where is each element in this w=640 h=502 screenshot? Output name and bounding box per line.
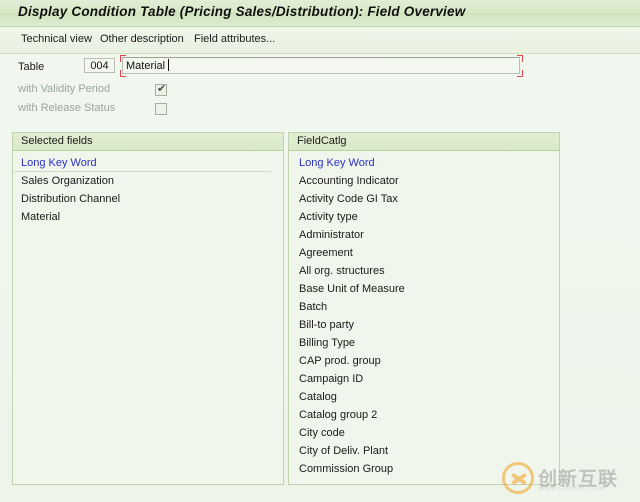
page-title: Display Condition Table (Pricing Sales/D… (18, 4, 465, 19)
checkmark-icon: ✔ (157, 83, 166, 95)
list-item[interactable]: Accounting Indicator (289, 172, 559, 190)
selected-fields-panel-header: Selected fields (13, 133, 283, 151)
list-item[interactable]: City of Deliv. Plant (289, 442, 559, 460)
list-item[interactable]: Activity Code GI Tax (289, 190, 559, 208)
title-bar: Display Condition Table (Pricing Sales/D… (0, 0, 640, 27)
table-name-field-wrapper (120, 57, 522, 75)
list-item[interactable]: Campaign ID (289, 370, 559, 388)
watermark-subtext: WWW.CDCXHL.COM (539, 486, 605, 492)
form-area: Table 004 with Validity Period ✔ with Re… (0, 54, 640, 128)
list-item[interactable]: Activity type (289, 208, 559, 226)
list-item[interactable]: All org. structures (289, 262, 559, 280)
toolbar: Technical view Other description Field a… (0, 27, 640, 54)
list-item[interactable]: Catalog (289, 388, 559, 406)
field-catalog-rows: Accounting IndicatorActivity Code GI Tax… (289, 172, 559, 478)
list-item[interactable]: Distribution Channel (13, 190, 283, 208)
list-item[interactable]: Catalog group 2 (289, 406, 559, 424)
toolbar-button-technical-view[interactable]: Technical view (21, 33, 92, 45)
list-item[interactable]: Agreement (289, 244, 559, 262)
release-status-label: with Release Status (18, 102, 115, 114)
field-catalog-list[interactable]: Long Key Word Accounting IndicatorActivi… (289, 151, 559, 478)
table-name-input[interactable] (122, 57, 520, 74)
selected-fields-rows: Sales OrganizationDistribution ChannelMa… (13, 172, 283, 226)
text-cursor (168, 59, 169, 71)
list-item[interactable]: Material (13, 208, 283, 226)
field-catalog-panel: FieldCatlg Long Key Word Accounting Indi… (288, 132, 560, 485)
selected-fields-list[interactable]: Long Key Word Sales OrganizationDistribu… (13, 151, 283, 226)
list-item[interactable]: Sales Organization (13, 172, 283, 190)
list-item[interactable]: Commission Group (289, 460, 559, 478)
selected-fields-panel: Selected fields Long Key Word Sales Orga… (12, 132, 284, 485)
focus-bracket-bottom-left (120, 70, 126, 77)
list-item[interactable]: Administrator (289, 226, 559, 244)
release-status-checkbox[interactable] (155, 103, 167, 115)
list-item[interactable]: City code (289, 424, 559, 442)
toolbar-button-other-description[interactable]: Other description (100, 33, 184, 45)
list-item[interactable]: Batch (289, 298, 559, 316)
field-catalog-panel-header: FieldCatlg (289, 133, 559, 151)
list-item[interactable]: CAP prod. group (289, 352, 559, 370)
list-item[interactable]: Base Unit of Measure (289, 280, 559, 298)
selected-fields-column-header: Long Key Word (13, 154, 271, 172)
validity-period-label: with Validity Period (18, 83, 110, 95)
application-window: Display Condition Table (Pricing Sales/D… (0, 0, 640, 502)
focus-bracket-top-left (120, 55, 126, 62)
list-item[interactable]: Bill-to party (289, 316, 559, 334)
field-catalog-column-header: Long Key Word (289, 154, 559, 172)
table-label: Table (18, 61, 44, 73)
focus-bracket-bottom-right (517, 70, 523, 77)
table-code-field[interactable]: 004 (84, 58, 115, 73)
toolbar-button-field-attributes[interactable]: Field attributes... (194, 33, 275, 45)
validity-period-checkbox[interactable]: ✔ (155, 84, 167, 96)
focus-bracket-top-right (517, 55, 523, 62)
list-item[interactable]: Billing Type (289, 334, 559, 352)
